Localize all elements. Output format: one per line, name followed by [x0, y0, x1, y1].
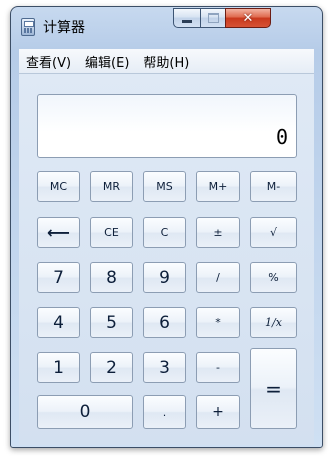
- add-button[interactable]: +: [196, 395, 240, 429]
- digit-4-button[interactable]: 4: [37, 307, 80, 338]
- minimize-icon: [182, 20, 192, 23]
- menu-bar: 查看(V) 编辑(E) 帮助(H): [19, 49, 314, 74]
- backspace-button[interactable]: ⟵: [37, 217, 80, 248]
- digit-1-button[interactable]: 1: [37, 352, 80, 383]
- digit-8-button[interactable]: 8: [90, 262, 133, 293]
- ce-button[interactable]: CE: [90, 217, 133, 248]
- maximize-icon: [207, 13, 219, 23]
- digit-7-button[interactable]: 7: [37, 262, 80, 293]
- close-icon: ✕: [242, 10, 254, 26]
- m-plus-button[interactable]: M+: [196, 171, 240, 202]
- menu-view[interactable]: 查看(V): [19, 52, 78, 71]
- multiply-button[interactable]: *: [196, 307, 240, 338]
- title-bar[interactable]: 计算器 ✕: [11, 7, 322, 49]
- digit-3-button[interactable]: 3: [143, 352, 186, 383]
- display-value: 0: [275, 125, 288, 149]
- calculator-window: 计算器 ✕ 查看(V) 编辑(E) 帮助(H) 0 MC MR MS M+ M-…: [10, 6, 323, 448]
- calculator-panel: 0 MC MR MS M+ M- ⟵ CE C ± √ 7 8 9 / % 4 …: [19, 74, 314, 445]
- window-title: 计算器: [43, 20, 85, 36]
- digit-6-button[interactable]: 6: [143, 307, 186, 338]
- minimize-button[interactable]: [173, 8, 201, 28]
- digit-5-button[interactable]: 5: [90, 307, 133, 338]
- divide-button[interactable]: /: [196, 262, 240, 293]
- menu-edit[interactable]: 编辑(E): [78, 52, 136, 71]
- digit-9-button[interactable]: 9: [143, 262, 186, 293]
- mr-button[interactable]: MR: [90, 171, 133, 202]
- sqrt-button[interactable]: √: [250, 217, 297, 248]
- decimal-button[interactable]: .: [143, 395, 186, 429]
- calculator-icon: [21, 18, 35, 36]
- clear-button[interactable]: C: [143, 217, 186, 248]
- digit-2-button[interactable]: 2: [90, 352, 133, 383]
- reciprocal-label: 1/x: [265, 316, 282, 329]
- m-minus-button[interactable]: M-: [250, 171, 297, 202]
- digit-0-button[interactable]: 0: [37, 395, 133, 429]
- reciprocal-button[interactable]: 1/x: [250, 307, 297, 338]
- result-display: 0: [37, 94, 297, 158]
- mc-button[interactable]: MC: [37, 171, 80, 202]
- backspace-arrow-icon: ⟵: [47, 223, 70, 242]
- maximize-button[interactable]: [200, 8, 226, 28]
- ms-button[interactable]: MS: [143, 171, 186, 202]
- menu-help[interactable]: 帮助(H): [136, 52, 196, 71]
- plus-minus-button[interactable]: ±: [196, 217, 240, 248]
- equals-button[interactable]: =: [250, 348, 297, 429]
- close-button[interactable]: ✕: [225, 8, 271, 28]
- subtract-button[interactable]: -: [196, 352, 240, 383]
- percent-button[interactable]: %: [250, 262, 297, 293]
